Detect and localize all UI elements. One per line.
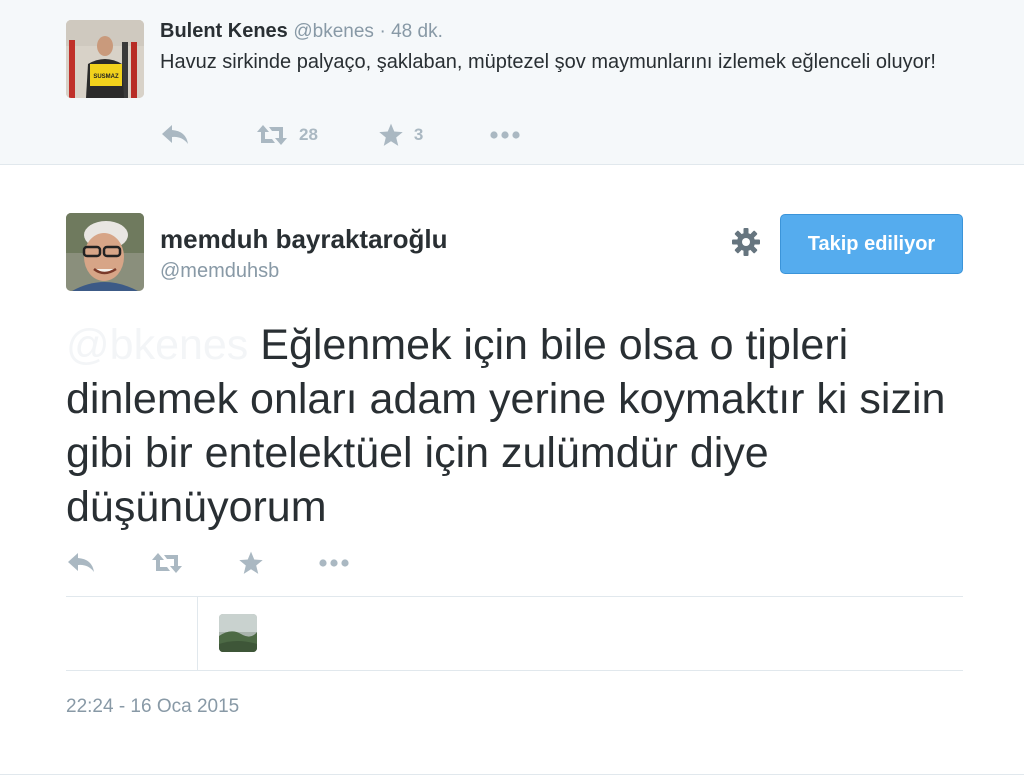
retweet-count: 28: [299, 125, 318, 144]
avatar-image: [66, 213, 144, 291]
more-icon: [319, 559, 349, 567]
divider: [0, 774, 1024, 775]
star-icon: [379, 123, 403, 146]
divider: [66, 670, 963, 671]
avatar[interactable]: SUSMAZ: [66, 20, 144, 98]
divider: [197, 596, 198, 670]
parent-tweet-actions: 28 3: [160, 122, 521, 148]
parent-author-name[interactable]: Bulent Kenes: [160, 20, 288, 42]
reply-button[interactable]: [160, 123, 190, 147]
retweet-icon: [257, 125, 287, 145]
more-button[interactable]: [318, 558, 350, 568]
parent-tweet-time[interactable]: · 48 dk.: [380, 21, 443, 42]
retweet-icon: [152, 553, 182, 573]
author-handle[interactable]: @memduhsb: [160, 260, 279, 283]
parent-tweet-text: Havuz sirkinde palyaço, şaklaban, müptez…: [160, 51, 936, 73]
tweet-actions: [66, 550, 350, 576]
reply-icon: [68, 553, 94, 572]
reply-icon: [162, 125, 188, 144]
parent-tweet-header: Bulent Kenes @bkenes · 48 dk.: [160, 20, 443, 43]
tweet-timestamp[interactable]: 22:24 - 16 Oca 2015: [66, 696, 239, 718]
avatar[interactable]: [66, 213, 144, 291]
settings-button[interactable]: [730, 226, 762, 258]
favorite-count: 3: [413, 125, 424, 144]
favorite-button[interactable]: [238, 550, 264, 576]
favorite-button[interactable]: 3: [378, 122, 423, 148]
more-icon: [490, 131, 520, 139]
mention-link[interactable]: @bkenes: [66, 321, 248, 369]
parent-author-handle[interactable]: @bkenes: [293, 21, 374, 42]
avatar-sign-text: SUSMAZ: [93, 74, 119, 80]
divider: [66, 596, 963, 597]
favoriter-avatar-image: [219, 614, 257, 652]
tweet-text: @bkenes Eğlenmek için bile olsa o tipler…: [66, 318, 986, 534]
retweet-button[interactable]: [150, 551, 184, 575]
author-name[interactable]: memduh bayraktaroğlu: [160, 224, 448, 255]
parent-tweet[interactable]: SUSMAZ Bulent Kenes @bkenes · 48 dk. Hav…: [0, 0, 1024, 165]
favoriter-avatar[interactable]: [219, 614, 257, 652]
more-button[interactable]: [489, 130, 521, 140]
settings-gear-icon: [732, 228, 760, 256]
star-icon: [239, 551, 263, 574]
reply-button[interactable]: [66, 551, 96, 575]
retweet-button[interactable]: 28: [255, 123, 318, 147]
avatar-image: SUSMAZ: [66, 20, 144, 98]
following-button[interactable]: Takip ediliyor: [780, 214, 963, 274]
